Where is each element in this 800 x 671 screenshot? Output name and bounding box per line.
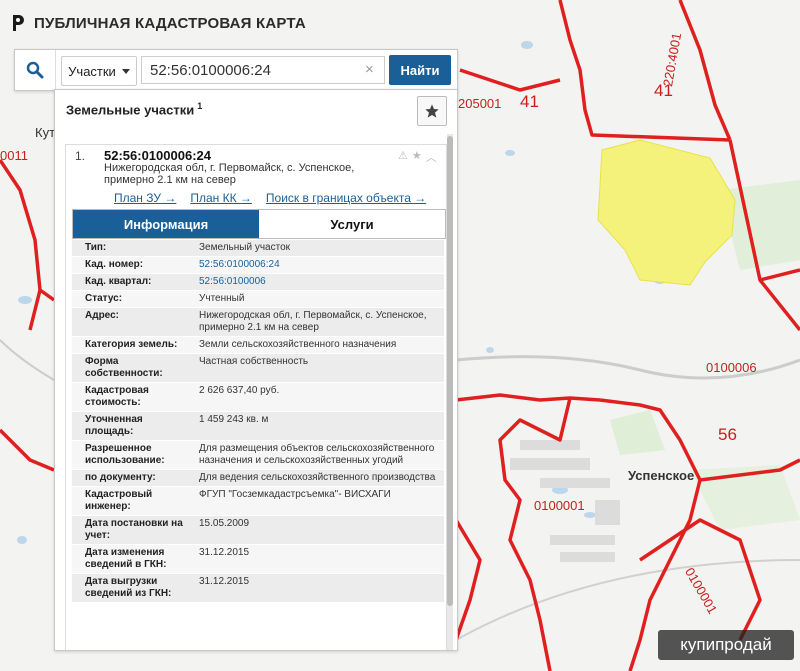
row-key: Кад. номер: — [85, 259, 144, 270]
tab-information[interactable]: Информация — [73, 210, 259, 238]
panel-title-text: Земельные участки — [66, 102, 195, 118]
scrollbar[interactable] — [447, 134, 453, 650]
table-row: Разрешенное использование: Для размещения… — [72, 441, 444, 470]
table-row: Тип: Земельный участок — [72, 240, 444, 257]
results-count: 1 — [197, 101, 203, 111]
info-table: Тип: Земельный участок Кад. номер: 52:56:01… — [72, 240, 444, 603]
star-icon — [425, 104, 439, 118]
map-town-label: Успенское — [628, 468, 695, 483]
table-row: Форма собственности: Частная собственност… — [72, 354, 444, 383]
search-type-label: Участки — [68, 63, 116, 79]
row-key: Дата выгрузки сведений из ГКН: — [85, 576, 172, 599]
panel-title: Земельные участки 1 — [66, 101, 202, 117]
favorite-button[interactable] — [417, 96, 447, 126]
table-row: по документу: Для ведения сельскохозяйств… — [72, 470, 444, 487]
clear-icon[interactable]: × — [365, 61, 374, 78]
chevron-down-icon — [121, 68, 130, 74]
table-row: Дата выгрузки сведений из ГКН: 31.12.2015 — [72, 574, 444, 603]
app-title: ПУБЛИЧНАЯ КАДАСТРОВАЯ КАРТА — [34, 14, 306, 32]
table-row: Кад. квартал: 52:56:0100006 — [72, 274, 444, 291]
row-key: Адрес: — [85, 310, 119, 321]
map-label-0100001-a: 0100001 — [534, 498, 585, 513]
map-label-41-a: 41 — [520, 92, 539, 111]
table-row: Адрес: Нижегородская обл, г. Первомайск, … — [72, 308, 444, 337]
row-value: 1 459 243 кв. м — [199, 414, 269, 425]
row-key: Кадастровая стоимость: — [85, 385, 149, 408]
map-label-205001: 205001 — [458, 96, 502, 111]
table-row: Дата изменения сведений в ГКН: 31.12.2015 — [72, 545, 444, 574]
parcel-card: 1. 52:56:0100006:24 Нижегородская обл, г… — [65, 144, 447, 650]
row-value: Учтенный — [199, 293, 245, 304]
row-value[interactable]: 52:56:0100006:24 — [195, 257, 444, 273]
search-bar: Участки × Найти — [14, 49, 458, 91]
row-key: Разрешенное использование: — [85, 443, 165, 466]
app-header: ПУБЛИЧНАЯ КАДАСТРОВАЯ КАРТА — [10, 10, 306, 36]
row-value[interactable]: 52:56:0100006 — [195, 274, 444, 290]
row-key: Статус: — [85, 293, 123, 304]
row-value: Земли сельскохозяйственного назначения — [199, 339, 397, 350]
row-value: Нижегородская обл, г. Первомайск, с. Усп… — [199, 310, 427, 333]
plan-zu-link[interactable]: План ЗУ → — [114, 191, 176, 205]
card-icons: ⚠ ★ ︿ — [398, 149, 437, 165]
row-key: по документу: — [85, 472, 156, 483]
table-row: Дата постановки на учет: 15.05.2009 — [72, 516, 444, 545]
table-row: Статус: Учтенный — [72, 291, 444, 308]
parcel-address: Нижегородская обл, г. Первомайск, с. Усп… — [104, 162, 355, 186]
results-panel: Земельные участки 1 1. 52:56:0100006:24 Н… — [54, 89, 458, 651]
rosreestr-logo-icon — [13, 15, 24, 31]
row-key: Кад. квартал: — [85, 276, 152, 287]
row-key: Уточненная площадь: — [85, 414, 143, 437]
star-icon[interactable]: ★ — [412, 149, 422, 165]
row-key: Тип: — [85, 242, 107, 253]
row-value: 31.12.2015 — [199, 576, 250, 587]
parcel-links: План ЗУ → План КК → Поиск в границах объ… — [114, 191, 426, 205]
chevron-up-icon[interactable]: ︿ — [426, 149, 437, 165]
row-key: Дата изменения сведений в ГКН: — [85, 547, 167, 570]
row-value: Для размещения объектов сельскохозяйстве… — [199, 443, 435, 466]
parcel-number[interactable]: 52:56:0100006:24 — [104, 148, 211, 163]
search-icon[interactable] — [15, 50, 56, 90]
table-row: Кадастровая стоимость: 2 626 637,40 руб. — [72, 383, 444, 412]
row-value: 31.12.2015 — [199, 547, 250, 558]
parcel-index: 1. — [75, 149, 86, 163]
row-value: 15.05.2009 — [199, 518, 250, 529]
search-in-bounds-link[interactable]: Поиск в границах объекта → — [266, 191, 426, 205]
plan-kk-link[interactable]: План КК → — [190, 191, 252, 205]
map-label-0011: 0011 — [0, 148, 28, 163]
row-key: Кадастровый инженер: — [85, 489, 153, 512]
row-value: Для ведения сельскохозяйственного произв… — [199, 472, 436, 483]
row-value: ФГУП "Госземкадастрсъемка"- ВИСХАГИ — [199, 489, 391, 500]
warning-icon[interactable]: ⚠ — [398, 149, 408, 165]
watermark-logo: купипродай — [658, 630, 794, 660]
row-key: Форма собственности: — [85, 356, 163, 379]
row-value: 2 626 637,40 руб. — [199, 385, 280, 396]
table-row: Категория земель: Земли сельскохозяйствен… — [72, 337, 444, 354]
table-row: Кадастровый инженер: ФГУП "Госземкадастрс… — [72, 487, 444, 516]
row-key: Категория земель: — [85, 339, 178, 350]
table-row: Кад. номер: 52:56:0100006:24 — [72, 257, 444, 274]
find-button[interactable]: Найти — [389, 55, 451, 85]
map-label-0100006: 0100006 — [706, 360, 757, 375]
row-value: Земельный участок — [199, 242, 291, 253]
row-key: Дата постановки на учет: — [85, 518, 183, 541]
tabs: Информация Услуги — [72, 209, 446, 239]
tab-services[interactable]: Услуги — [259, 210, 445, 238]
search-input[interactable] — [141, 56, 385, 84]
search-type-dropdown[interactable]: Участки — [61, 56, 137, 86]
row-value: Частная собственность — [199, 356, 309, 367]
map-label-56: 56 — [718, 425, 737, 444]
scrollbar-thumb[interactable] — [447, 136, 453, 606]
table-row: Уточненная площадь: 1 459 243 кв. м — [72, 412, 444, 441]
